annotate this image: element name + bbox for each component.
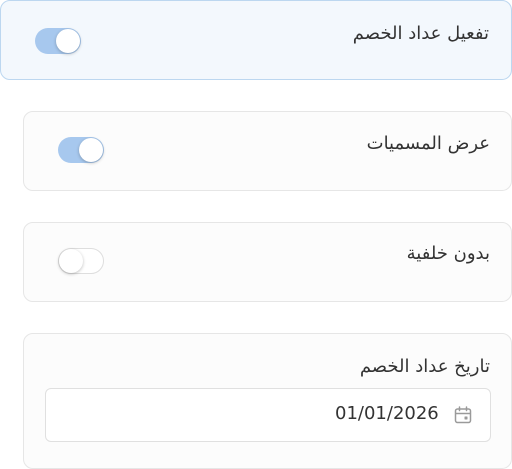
no-background-toggle[interactable] <box>58 248 104 274</box>
calendar-icon[interactable] <box>453 405 473 425</box>
show-labels-label: عرض المسميات <box>366 133 490 154</box>
countdown-date-input[interactable]: 01/01/2026 <box>45 388 491 442</box>
enable-countdown-toggle[interactable] <box>35 28 81 54</box>
no-background-card: بدون خلفية <box>23 222 512 302</box>
toggle-knob <box>56 29 80 53</box>
countdown-date-card: تاريخ عداد الخصم 01/01/2026 <box>23 333 512 469</box>
no-background-label: بدون خلفية <box>406 243 490 264</box>
enable-countdown-card: تفعيل عداد الخصم <box>0 0 512 80</box>
show-labels-card: عرض المسميات <box>23 111 512 191</box>
toggle-knob <box>79 138 103 162</box>
countdown-date-label: تاريخ عداد الخصم <box>359 356 490 377</box>
toggle-knob <box>59 249 83 273</box>
show-labels-toggle[interactable] <box>58 137 104 163</box>
countdown-date-value: 01/01/2026 <box>335 403 439 424</box>
enable-countdown-label: تفعيل عداد الخصم <box>352 23 489 44</box>
